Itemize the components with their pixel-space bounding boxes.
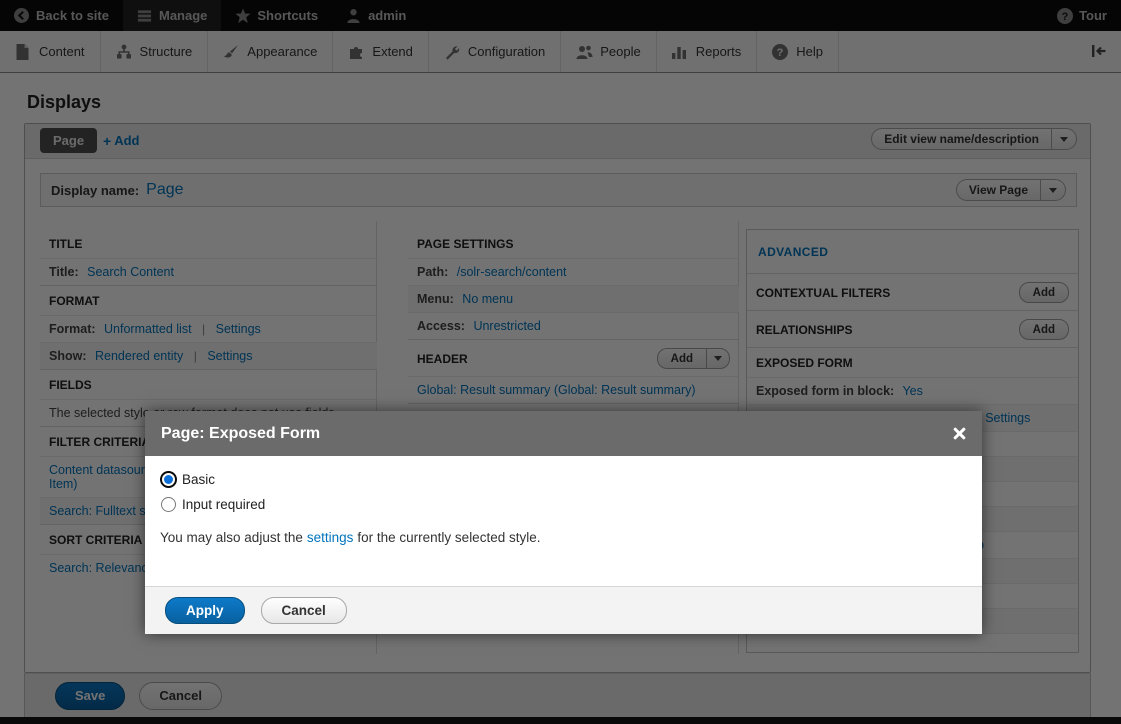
radio-option-input-required[interactable]: Input required	[160, 496, 965, 513]
radio-input-required-label: Input required	[182, 497, 265, 512]
note-text-before: You may also adjust the	[160, 530, 303, 545]
radio-unselected-icon	[161, 497, 176, 512]
exposed-form-dialog: Page: Exposed Form Basic Input required …	[145, 411, 982, 634]
dialog-titlebar: Page: Exposed Form	[145, 411, 982, 456]
apply-button[interactable]: Apply	[165, 597, 245, 624]
dialog-buttonpane: Apply Cancel	[145, 586, 982, 634]
dialog-note: You may also adjust the settingsfor the c…	[160, 530, 965, 545]
dialog-title: Page: Exposed Form	[161, 425, 951, 443]
drupal-views-edit-screen: Back to site Manage Shortcuts admin ? To	[0, 0, 1121, 724]
close-icon[interactable]	[951, 426, 966, 441]
radio-option-basic[interactable]: Basic	[160, 471, 965, 488]
dialog-cancel-button[interactable]: Cancel	[261, 597, 347, 624]
radio-basic-label: Basic	[182, 472, 215, 487]
note-text-after: for the currently selected style.	[357, 530, 540, 545]
settings-link[interactable]: settings	[307, 530, 354, 545]
dialog-body: Basic Input required You may also adjust…	[145, 456, 982, 545]
radio-selected-icon	[160, 471, 177, 488]
